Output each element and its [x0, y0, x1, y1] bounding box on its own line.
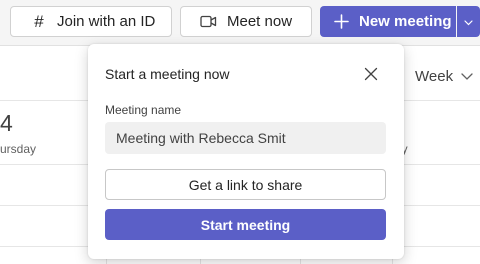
meeting-name-input[interactable]	[105, 122, 386, 154]
hash-icon: #	[34, 11, 44, 31]
view-selector-label: Week	[415, 68, 454, 85]
chevron-down-icon	[464, 13, 473, 31]
new-meeting-button[interactable]: New meeting	[320, 6, 456, 37]
day-name: ursday	[0, 142, 37, 156]
join-with-id-label: Join with an ID	[57, 13, 156, 30]
close-icon	[364, 67, 378, 81]
join-with-id-button[interactable]: # Join with an ID	[10, 6, 172, 37]
toolbar: # Join with an ID Meet now New meeting	[0, 0, 480, 46]
meet-now-label: Meet now	[227, 13, 293, 30]
meet-now-button[interactable]: Meet now	[180, 6, 312, 37]
start-meeting-button[interactable]: Start meeting	[105, 209, 386, 240]
plus-icon	[334, 14, 349, 29]
get-link-label: Get a link to share	[188, 176, 303, 193]
chevron-down-icon	[461, 73, 473, 80]
view-selector[interactable]: Week	[415, 68, 473, 85]
popup-title: Start a meeting now	[105, 66, 230, 82]
start-meeting-popup: Start a meeting now Meeting name Get a l…	[88, 44, 404, 259]
close-button[interactable]	[363, 66, 379, 82]
start-meeting-label: Start meeting	[200, 216, 291, 233]
new-meeting-dropdown-button[interactable]	[457, 6, 480, 37]
meeting-name-label: Meeting name	[105, 103, 182, 117]
get-link-button[interactable]: Get a link to share	[105, 169, 386, 200]
new-meeting-label: New meeting	[359, 13, 452, 30]
day-number: 4	[0, 110, 13, 136]
video-camera-icon	[200, 15, 217, 28]
